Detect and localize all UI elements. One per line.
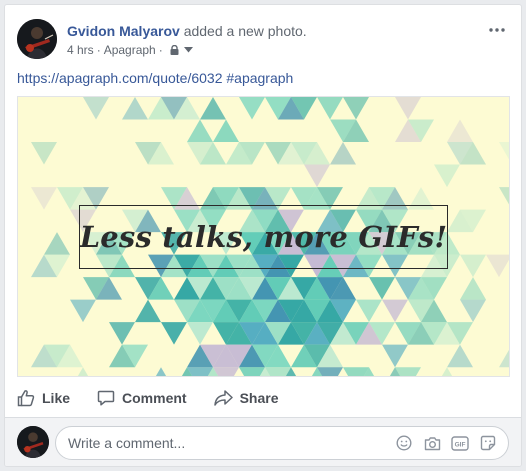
quote-frame: Less talks, more GIFs! — [79, 205, 448, 269]
post-source[interactable]: Apagraph — [104, 42, 156, 58]
author-avatar[interactable] — [17, 19, 57, 59]
share-button[interactable]: Share — [213, 389, 279, 407]
svg-text:GIF: GIF — [455, 441, 466, 448]
comment-label: Comment — [122, 390, 187, 406]
gif-icon[interactable]: GIF — [446, 433, 474, 453]
post-header: Gvidon Malyarov added a new photo. 4 hrs… — [17, 19, 509, 63]
lock-icon — [170, 45, 179, 55]
sticker-icon[interactable] — [474, 433, 502, 453]
comment-composer: Write a comment... GIF — [5, 417, 521, 466]
comment-input[interactable]: Write a comment... GIF — [55, 426, 509, 460]
share-label: Share — [239, 390, 279, 406]
author-name[interactable]: Gvidon Malyarov — [67, 23, 180, 39]
post-actions: Like Comment Share — [17, 383, 509, 413]
quote-text: Less talks, more GIFs! — [79, 220, 448, 254]
more-options-icon[interactable] — [485, 23, 509, 37]
post-card: Gvidon Malyarov added a new photo. 4 hrs… — [4, 4, 522, 467]
comment-button[interactable]: Comment — [97, 389, 187, 407]
share-arrow-icon — [213, 389, 233, 407]
comment-tools: GIF — [390, 433, 502, 453]
post-link[interactable]: https://apagraph.com/quote/6032 #apagrap… — [17, 70, 293, 86]
like-label: Like — [42, 390, 71, 406]
like-button[interactable]: Like — [17, 389, 70, 407]
author-line: Gvidon Malyarov added a new photo. — [67, 22, 307, 40]
meta-separator: · — [96, 43, 101, 57]
chevron-down-icon[interactable] — [183, 47, 193, 53]
author-action-text: added a new photo. — [183, 23, 307, 39]
post-meta: 4 hrs · Apagraph · — [67, 42, 193, 58]
meta-separator-2: · — [158, 43, 163, 57]
comment-placeholder: Write a comment... — [68, 435, 186, 451]
emoji-icon[interactable] — [390, 433, 418, 453]
post-image[interactable]: Less talks, more GIFs! — [17, 96, 510, 377]
comment-bubble-icon — [97, 389, 115, 407]
camera-icon[interactable] — [418, 433, 446, 453]
current-user-avatar[interactable] — [17, 426, 49, 458]
post-text: https://apagraph.com/quote/6032 #apagrap… — [17, 69, 293, 87]
thumbs-up-icon — [17, 389, 35, 407]
post-timestamp[interactable]: 4 hrs — [67, 42, 94, 58]
